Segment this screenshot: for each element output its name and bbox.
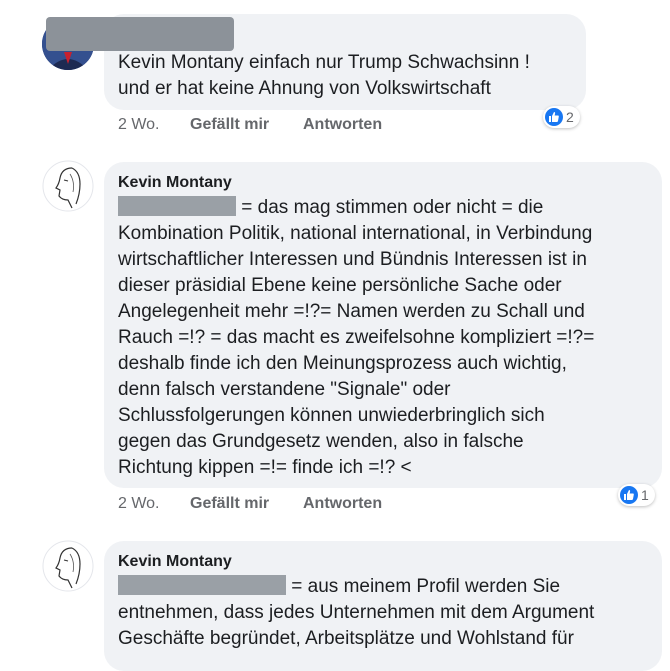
face-sketch-icon <box>42 540 94 592</box>
avatar[interactable] <box>42 540 94 592</box>
comment-bubble: Kevin Montany = aus meinem Profil werden… <box>104 541 662 671</box>
comment-3: Kevin Montany = aus meinem Profil werden… <box>0 0 670 671</box>
comment-text: = aus meinem Profil werden Sie entnehmen… <box>118 574 658 652</box>
mention-redacted <box>118 575 286 595</box>
text-line: = aus meinem Profil werden Sie <box>291 576 561 597</box>
text-line: Geschäfte begründet, Arbeitsplätze und W… <box>118 628 574 649</box>
author-name[interactable]: Kevin Montany <box>118 553 232 571</box>
text-line: entnehmen, dass jedes Unternehmen mit de… <box>118 602 595 623</box>
